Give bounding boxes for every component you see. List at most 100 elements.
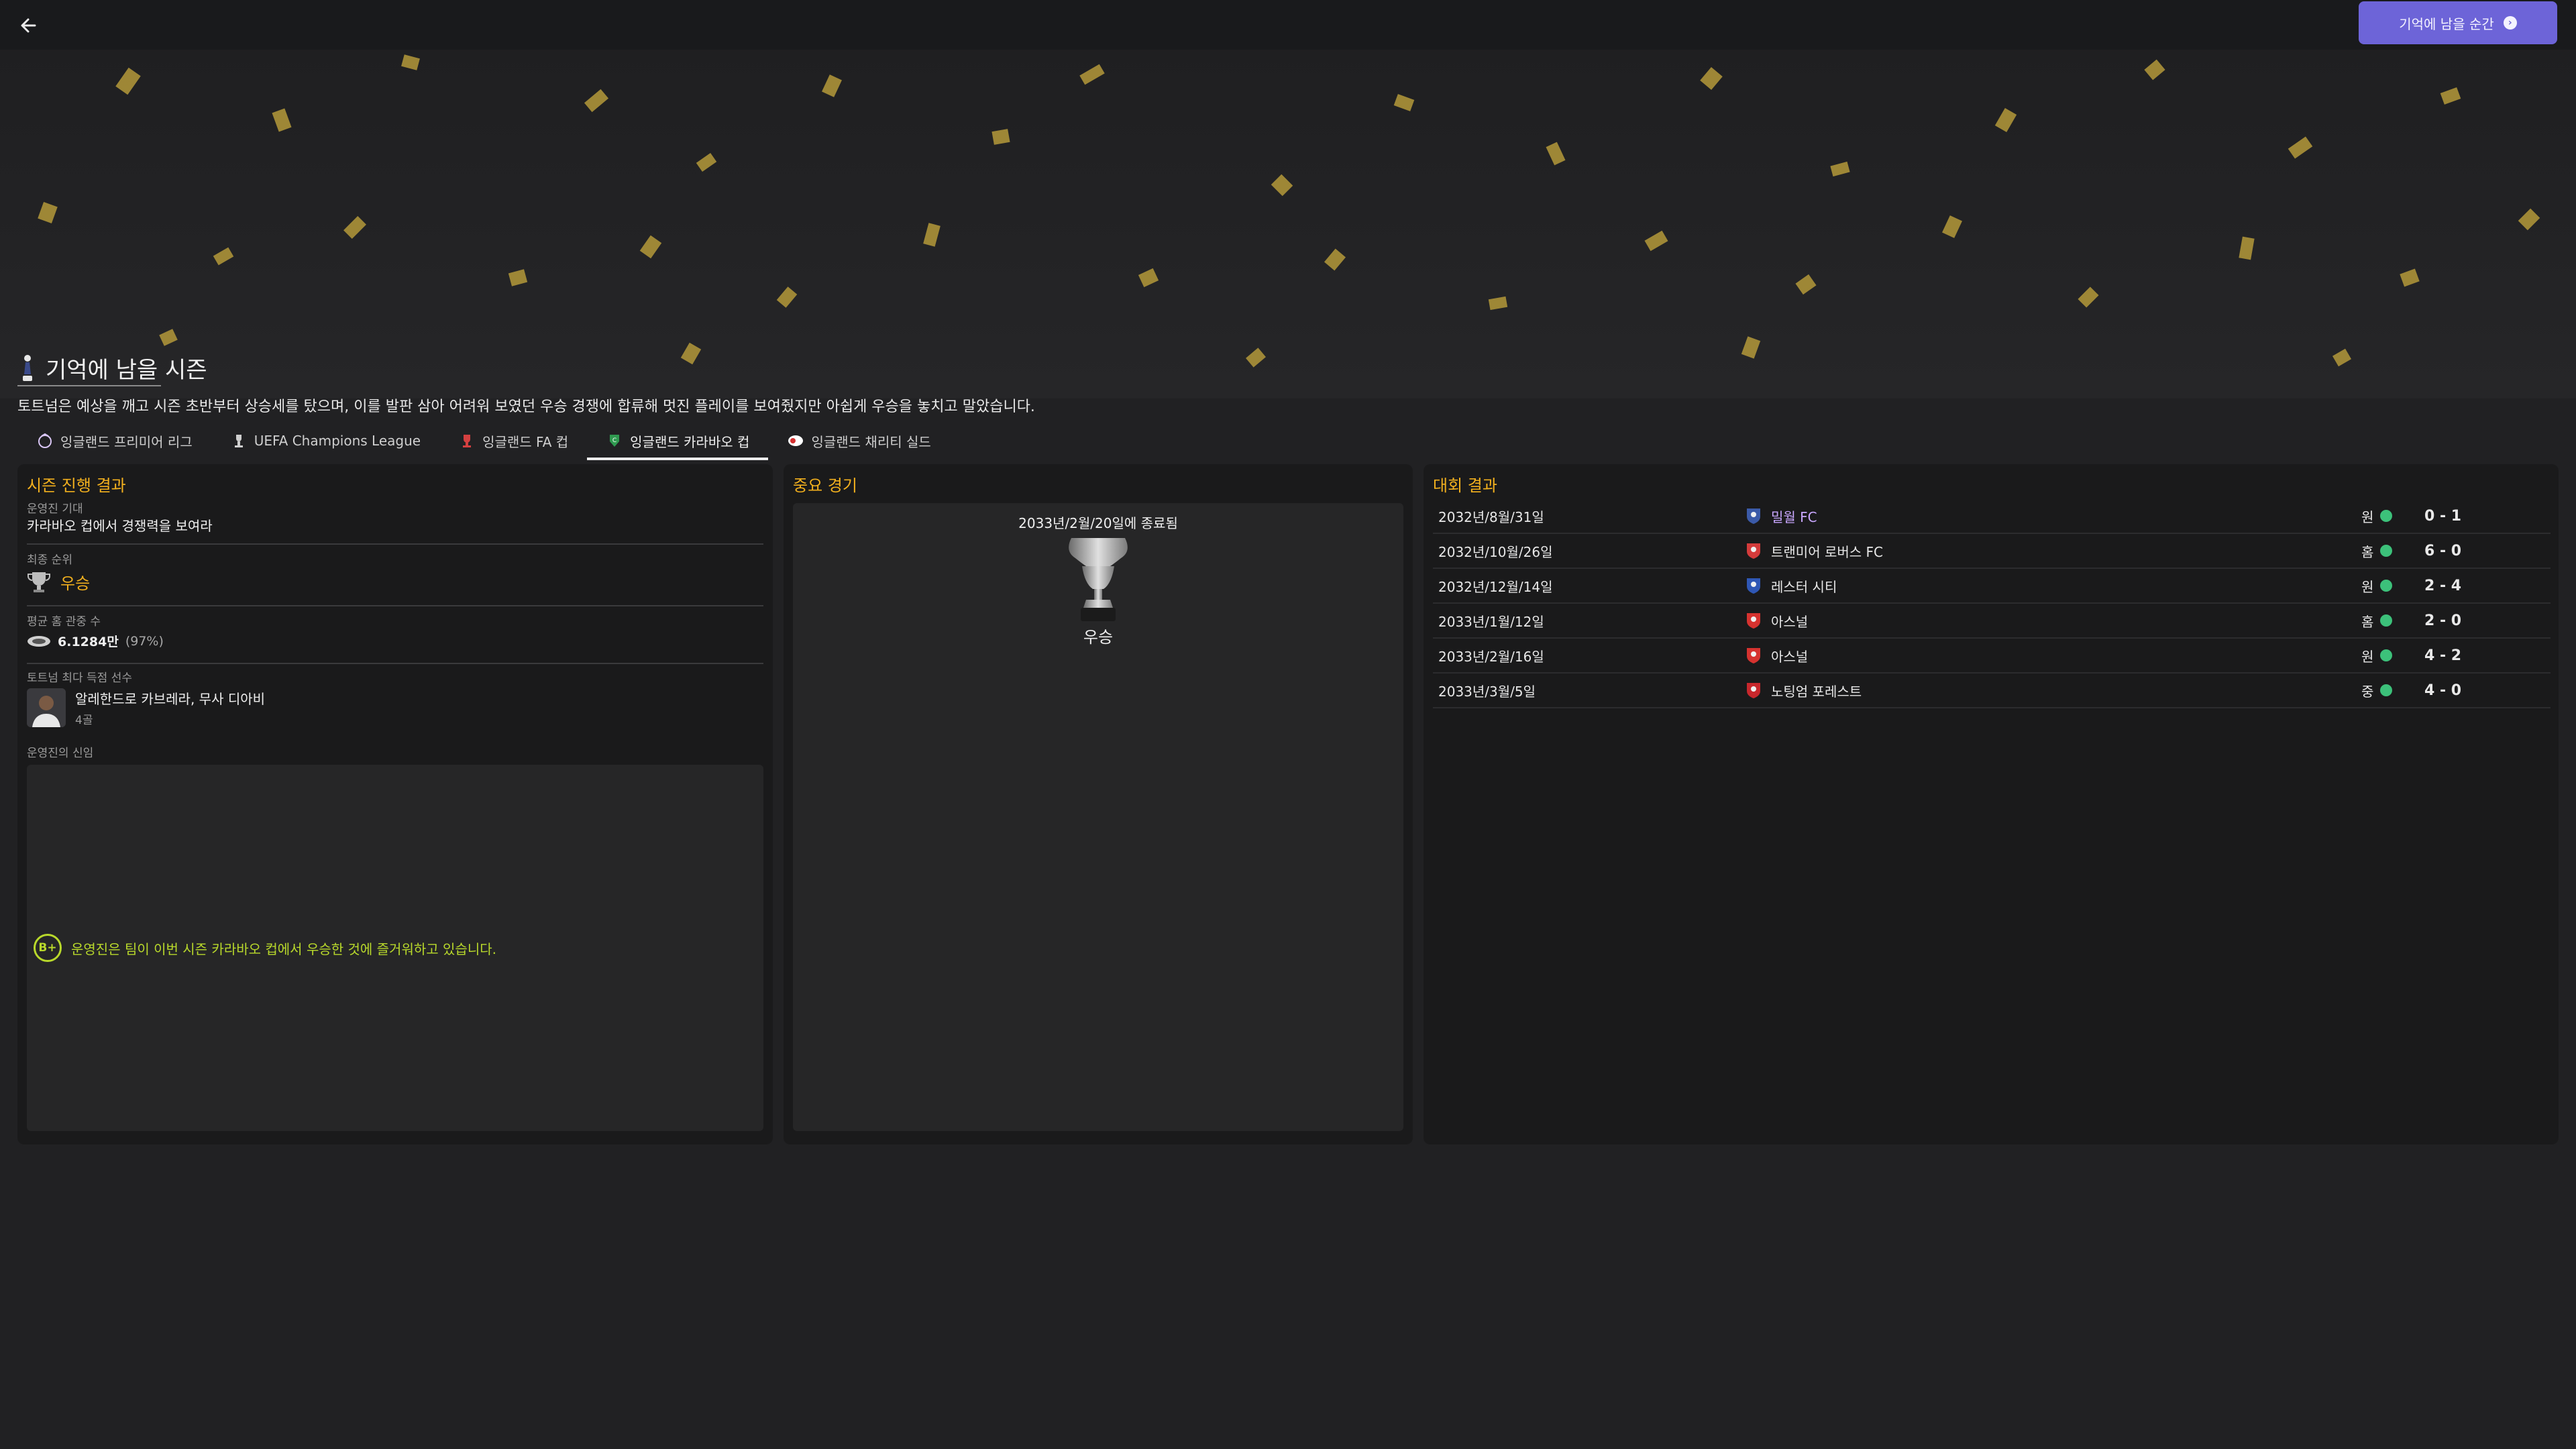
match-score: 4 - 2	[2424, 647, 2462, 664]
title-underline	[17, 385, 161, 386]
tab-label: 잉글랜드 FA 컵	[482, 433, 569, 450]
board-confidence-label: 운영진의 신임	[27, 747, 94, 760]
attendance-label: 평균 홈 관중 수	[27, 615, 101, 629]
match-date: 2032년/12월/14일	[1438, 578, 1553, 595]
tab-label: 잉글랜드 카라바오 컵	[630, 433, 750, 450]
table-row[interactable]: 2032년/10월/26일 트랜미어 로버스 FC 홈 6 - 0	[1433, 534, 2551, 569]
opponent-name: 트랜미어 로버스 FC	[1771, 543, 1883, 560]
opponent[interactable]: 트랜미어 로버스 FC	[1744, 534, 1883, 568]
panel-title: 시즌 진행 결과	[27, 476, 126, 495]
attendance-value: 6.1284만	[58, 635, 119, 649]
tab-label: UEFA Champions League	[254, 433, 421, 449]
tab-champions-league[interactable]: UEFA Champions League	[211, 424, 439, 458]
venue: 홈	[2361, 613, 2374, 630]
board-confidence-text: 운영진은 팀이 이번 시즌 카라바오 컵에서 우승한 것에 즐거워하고 있습니다…	[71, 941, 496, 957]
attendance-percentage: (97%)	[125, 633, 164, 649]
top-scorer[interactable]: 알레한드로 카브레라, 무사 디아비 4골	[27, 688, 265, 727]
premier-league-icon	[38, 433, 52, 448]
tab-fa-cup[interactable]: 잉글랜드 FA 컵	[439, 424, 587, 458]
result-indicator	[2380, 499, 2392, 533]
table-row[interactable]: 2033년/1월/12일 아스널 홈 2 - 0	[1433, 604, 2551, 639]
top-scorer-goals: 4골	[75, 714, 93, 727]
opponent[interactable]: 레스터 시티	[1744, 569, 1837, 602]
season-description: 토트넘은 예상을 깨고 시즌 초반부터 상승세를 탔으며, 이를 발판 삼아 어…	[17, 398, 1035, 415]
top-bar: 기억에 남을 순간 ›	[0, 0, 2576, 50]
board-confidence: B+ 운영진은 팀이 이번 시즌 카라바오 컵에서 우승한 것에 즐거워하고 있…	[34, 934, 496, 962]
opponent-name: 레스터 시티	[1771, 578, 1837, 595]
info-icon: ›	[2503, 16, 2517, 30]
opponent[interactable]: 아스널	[1744, 604, 1808, 637]
attendance: 6.1284만 (97%)	[27, 632, 164, 650]
back-arrow-icon[interactable]	[15, 11, 44, 40]
match-date: 2032년/8월/31일	[1438, 508, 1544, 525]
venue: 원	[2361, 648, 2374, 665]
grade-badge: B+	[34, 934, 62, 962]
trophy-icon	[28, 572, 50, 592]
cup-trophy-icon	[1069, 538, 1128, 621]
key-match-result: 우승	[1083, 628, 1114, 647]
key-match-date: 2033년/2월/20일에 종료됨	[1018, 515, 1178, 531]
board-confidence-box: B+ 운영진은 팀이 이번 시즌 카라바오 컵에서 우승한 것에 즐거워하고 있…	[27, 765, 763, 1131]
confetti-decoration	[38, 54, 2540, 368]
tab-community-shield[interactable]: 잉글랜드 채리티 실드	[768, 424, 949, 458]
expectation-value: 카라바오 컵에서 경쟁력을 보여라	[27, 518, 213, 534]
tab-label: 잉글랜드 채리티 실드	[811, 433, 931, 450]
result-indicator	[2380, 604, 2392, 637]
opponent-crest-icon	[1747, 578, 1760, 594]
tab-carabao-cup[interactable]: C 잉글랜드 카라바오 컵	[587, 424, 769, 460]
celebration-banner	[0, 50, 2576, 398]
opponent[interactable]: 노팅엄 포레스트	[1744, 674, 1862, 707]
page-title: 기억에 남을 시즌	[46, 357, 207, 384]
table-row[interactable]: 2033년/2월/16일 아스널 원 4 - 2	[1433, 639, 2551, 674]
memorable-moments-label: 기억에 남을 순간	[2399, 15, 2494, 32]
expectation-label: 운영진 기대	[27, 502, 83, 516]
final-position-value: 우승	[60, 574, 91, 593]
result-indicator	[2380, 674, 2392, 707]
tab-label: 잉글랜드 프리미어 리그	[60, 433, 193, 450]
final-position-label: 최종 순위	[27, 553, 72, 567]
panel-title: 중요 경기	[793, 476, 857, 495]
match-score: 6 - 0	[2424, 542, 2462, 559]
champions-league-icon	[234, 435, 243, 447]
panel-title: 대회 결과	[1433, 476, 1497, 495]
result-indicator	[2380, 639, 2392, 672]
memorable-moments-button[interactable]: 기억에 남을 순간 ›	[2359, 1, 2557, 44]
carabao-cup-icon: C	[610, 435, 620, 447]
season-progress-panel: 시즌 진행 결과 운영진 기대 카라바오 컵에서 경쟁력을 보여라 최종 순위 …	[17, 464, 773, 1144]
divider	[27, 605, 763, 606]
opponent-crest-icon	[1747, 543, 1760, 559]
match-score: 0 - 1	[2424, 507, 2462, 525]
opponent-crest-icon	[1747, 648, 1760, 663]
opponent-name: 밀월 FC	[1771, 508, 1817, 525]
key-match-panel: 중요 경기 2033년/2월/20일에 종료됨 우승	[784, 464, 1413, 1144]
club-crest-icon	[23, 354, 32, 381]
player-avatar	[27, 688, 66, 727]
table-row[interactable]: 2032년/12월/14일 레스터 시티 원 2 - 4	[1433, 569, 2551, 604]
opponent-crest-icon	[1747, 508, 1760, 524]
result-indicator	[2380, 569, 2392, 602]
tab-premier-league[interactable]: 잉글랜드 프리미어 리그	[17, 424, 211, 458]
competition-results-panel: 대회 결과 2032년/8월/31일 밀월 FC 원 0 - 1 2032년/10월/2…	[1424, 464, 2559, 1144]
result-indicator	[2380, 534, 2392, 568]
table-row[interactable]: 2032년/8월/31일 밀월 FC 원 0 - 1	[1433, 499, 2551, 534]
match-date: 2033년/1월/12일	[1438, 613, 1544, 630]
match-score: 2 - 0	[2424, 612, 2462, 629]
divider	[27, 663, 763, 664]
opponent[interactable]: 아스널	[1744, 639, 1808, 672]
svg-text:C: C	[612, 437, 616, 444]
match-date: 2033년/2월/16일	[1438, 648, 1544, 665]
match-date: 2033년/3월/5일	[1438, 683, 1536, 700]
venue: 원	[2361, 578, 2374, 595]
stadium-icon	[28, 635, 50, 647]
venue: 홈	[2361, 543, 2374, 560]
top-scorer-names: 알레한드로 카브레라, 무사 디아비	[75, 691, 266, 707]
opponent-crest-icon	[1747, 613, 1760, 629]
opponent-crest-icon	[1747, 683, 1760, 698]
competition-tabs: 잉글랜드 프리미어 리그 UEFA Champions League 잉글랜드 …	[17, 424, 950, 460]
opponent[interactable]: 밀월 FC	[1744, 499, 1817, 533]
match-score: 4 - 0	[2424, 682, 2462, 699]
key-match-card[interactable]: 2033년/2월/20일에 종료됨 우승	[793, 503, 1403, 1131]
match-date: 2032년/10월/26일	[1438, 543, 1553, 560]
season-header: 기억에 남을 시즌	[17, 352, 207, 386]
table-row[interactable]: 2033년/3월/5일 노팅엄 포레스트 중 4 - 0	[1433, 674, 2551, 708]
